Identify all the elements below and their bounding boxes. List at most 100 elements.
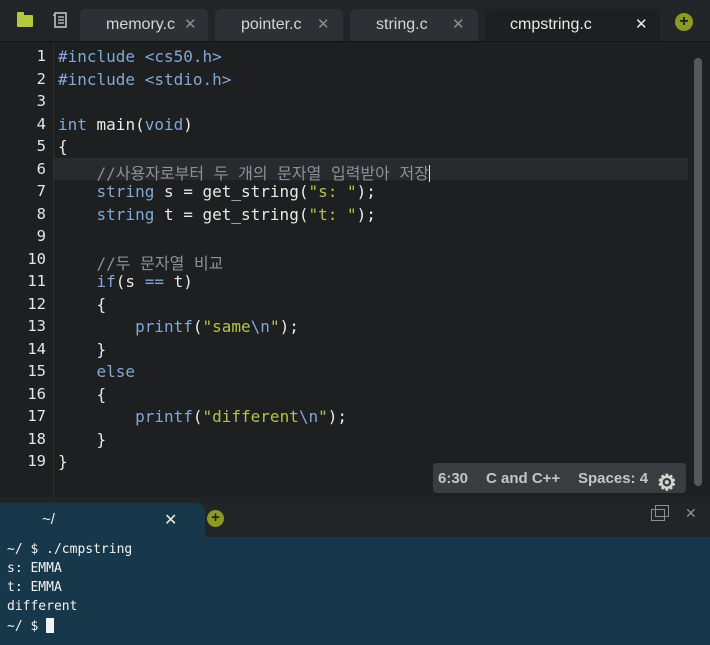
add-terminal-button[interactable]: + xyxy=(207,510,224,527)
code-line: printf("different\n"); xyxy=(58,407,347,426)
code-line: //두 문자열 비교 xyxy=(58,250,224,274)
code-token: else xyxy=(96,362,136,381)
code-editor[interactable]: 1 2 3 4 5 6 7 8 9 10 11 12 13 14 15 16 17 18 19 #include <… xyxy=(0,42,710,497)
folder-icon[interactable] xyxy=(17,12,33,27)
code-token: ); xyxy=(356,204,376,224)
add-tab-button[interactable]: + xyxy=(675,13,693,31)
terminal-prompt-line[interactable]: ~/ $ xyxy=(7,618,55,634)
code-token: \n xyxy=(250,317,270,336)
terminal-tab-bar: ~/ ✕ + ✕ xyxy=(0,497,710,537)
tab-close-icon[interactable]: ✕ xyxy=(184,15,197,33)
line-number: 9 xyxy=(36,227,46,245)
line-number: 4 xyxy=(36,114,46,133)
tab-label: cmpstring.c xyxy=(510,16,592,33)
code-token: " xyxy=(318,407,328,426)
code-token: "different xyxy=(202,407,299,426)
tab-close-icon[interactable]: ✕ xyxy=(317,15,330,33)
terminal[interactable]: ~/ $ ./cmpstring s: EMMA t: EMMA differe… xyxy=(0,537,710,645)
code-line: #include <cs50.h> xyxy=(58,47,222,66)
code-token: s = get_string( xyxy=(154,182,309,201)
tab-label: memory.c xyxy=(106,16,176,33)
close-pane-icon[interactable]: ✕ xyxy=(685,505,697,522)
line-number: 15 xyxy=(27,362,46,380)
code-token: { xyxy=(58,294,107,314)
code-token: ( xyxy=(192,407,203,426)
terminal-line: ~/ $ ./cmpstring xyxy=(7,542,133,557)
tab-cmpstring-c[interactable]: cmpstring.c ✕ xyxy=(485,9,660,41)
line-number: 13 xyxy=(27,317,46,335)
code-line: else xyxy=(58,362,136,381)
line-number: 2 xyxy=(36,69,46,88)
line-number: 5 xyxy=(36,137,46,155)
code-token: t = get_string( xyxy=(154,204,309,224)
code-line: printf("same\n"); xyxy=(58,317,299,336)
code-line: { xyxy=(58,294,107,314)
terminal-prompt: ~/ $ xyxy=(7,619,47,634)
code-token: main( xyxy=(86,114,145,134)
code-line: { xyxy=(58,384,107,404)
code-line: string t = get_string("t: "); xyxy=(58,205,376,224)
code-line: string s = get_string("s: "); xyxy=(58,182,376,201)
language-mode[interactable]: C and C++ xyxy=(486,470,560,487)
tab-pointer-c[interactable]: pointer.c ✕ xyxy=(215,9,343,41)
code-token: void xyxy=(144,114,184,134)
tab-memory-c[interactable]: memory.c ✕ xyxy=(80,9,208,41)
tab-close-icon[interactable]: ✕ xyxy=(452,15,465,33)
code-token: } xyxy=(58,429,107,449)
terminal-tab-label: ~/ xyxy=(42,511,55,528)
line-number-gutter: 1 2 3 4 5 6 7 8 9 10 11 12 13 14 15 16 17 18 19 xyxy=(0,42,54,497)
line-number: 3 xyxy=(36,92,46,110)
code-line: #include <stdio.h> xyxy=(58,70,231,89)
code-token: //사용자로부터 두 개의 문자열 입력받아 저장 xyxy=(58,163,429,183)
terminal-close-icon[interactable]: ✕ xyxy=(164,510,177,530)
code-line: //사용자로부터 두 개의 문자열 입력받아 저장 xyxy=(58,160,430,184)
line-number: 14 xyxy=(27,339,46,358)
code-token: \n xyxy=(298,407,319,426)
terminal-cursor xyxy=(46,618,55,633)
editor-scrollbar[interactable] xyxy=(694,58,702,486)
line-number: 6 xyxy=(36,159,46,178)
line-number: 19 xyxy=(27,452,46,470)
code-token: ); xyxy=(327,407,347,426)
code-token: #include <cs50.h> xyxy=(58,47,222,66)
indentation-setting[interactable]: Spaces: 4 xyxy=(578,470,648,487)
code-token: if xyxy=(96,272,116,291)
editor-tab-bar: memory.c ✕ pointer.c ✕ string.c ✕ cmpstr… xyxy=(0,0,710,42)
text-cursor xyxy=(428,164,430,182)
line-number: 12 xyxy=(27,294,46,313)
terminal-line: t: EMMA xyxy=(7,580,62,595)
code-token: ); xyxy=(279,317,299,336)
code-line: } xyxy=(58,429,107,449)
code-token: #include <stdio.h> xyxy=(58,69,232,89)
code-token: string xyxy=(96,204,155,224)
gear-icon[interactable]: ⚙ xyxy=(657,470,677,496)
code-token: ) xyxy=(183,114,193,134)
file-list-icon[interactable] xyxy=(52,12,68,28)
line-number: 11 xyxy=(27,272,46,290)
code-token: { xyxy=(58,384,107,404)
tab-label: string.c xyxy=(376,16,428,33)
editor-status-bar: 6:30 C and C++ Spaces: 4 ⚙ xyxy=(433,463,686,496)
tab-close-icon[interactable]: ✕ xyxy=(635,15,648,33)
code-token: "same xyxy=(202,317,251,336)
tab-string-c[interactable]: string.c ✕ xyxy=(350,9,478,41)
code-line: } xyxy=(58,339,107,359)
line-number: 8 xyxy=(36,204,46,223)
terminal-line: different xyxy=(7,599,78,614)
line-number: 17 xyxy=(27,407,46,425)
code-token: } xyxy=(58,339,107,359)
line-number: 1 xyxy=(36,47,46,65)
code-token: == xyxy=(144,272,164,291)
terminal-tab[interactable]: ~/ ✕ xyxy=(0,503,205,537)
restore-window-icon[interactable] xyxy=(651,505,669,521)
code-line: { xyxy=(58,137,68,156)
tab-label: pointer.c xyxy=(241,16,302,33)
code-token: //두 문자열 비교 xyxy=(58,253,224,273)
code-line: int main(void) xyxy=(58,115,193,134)
